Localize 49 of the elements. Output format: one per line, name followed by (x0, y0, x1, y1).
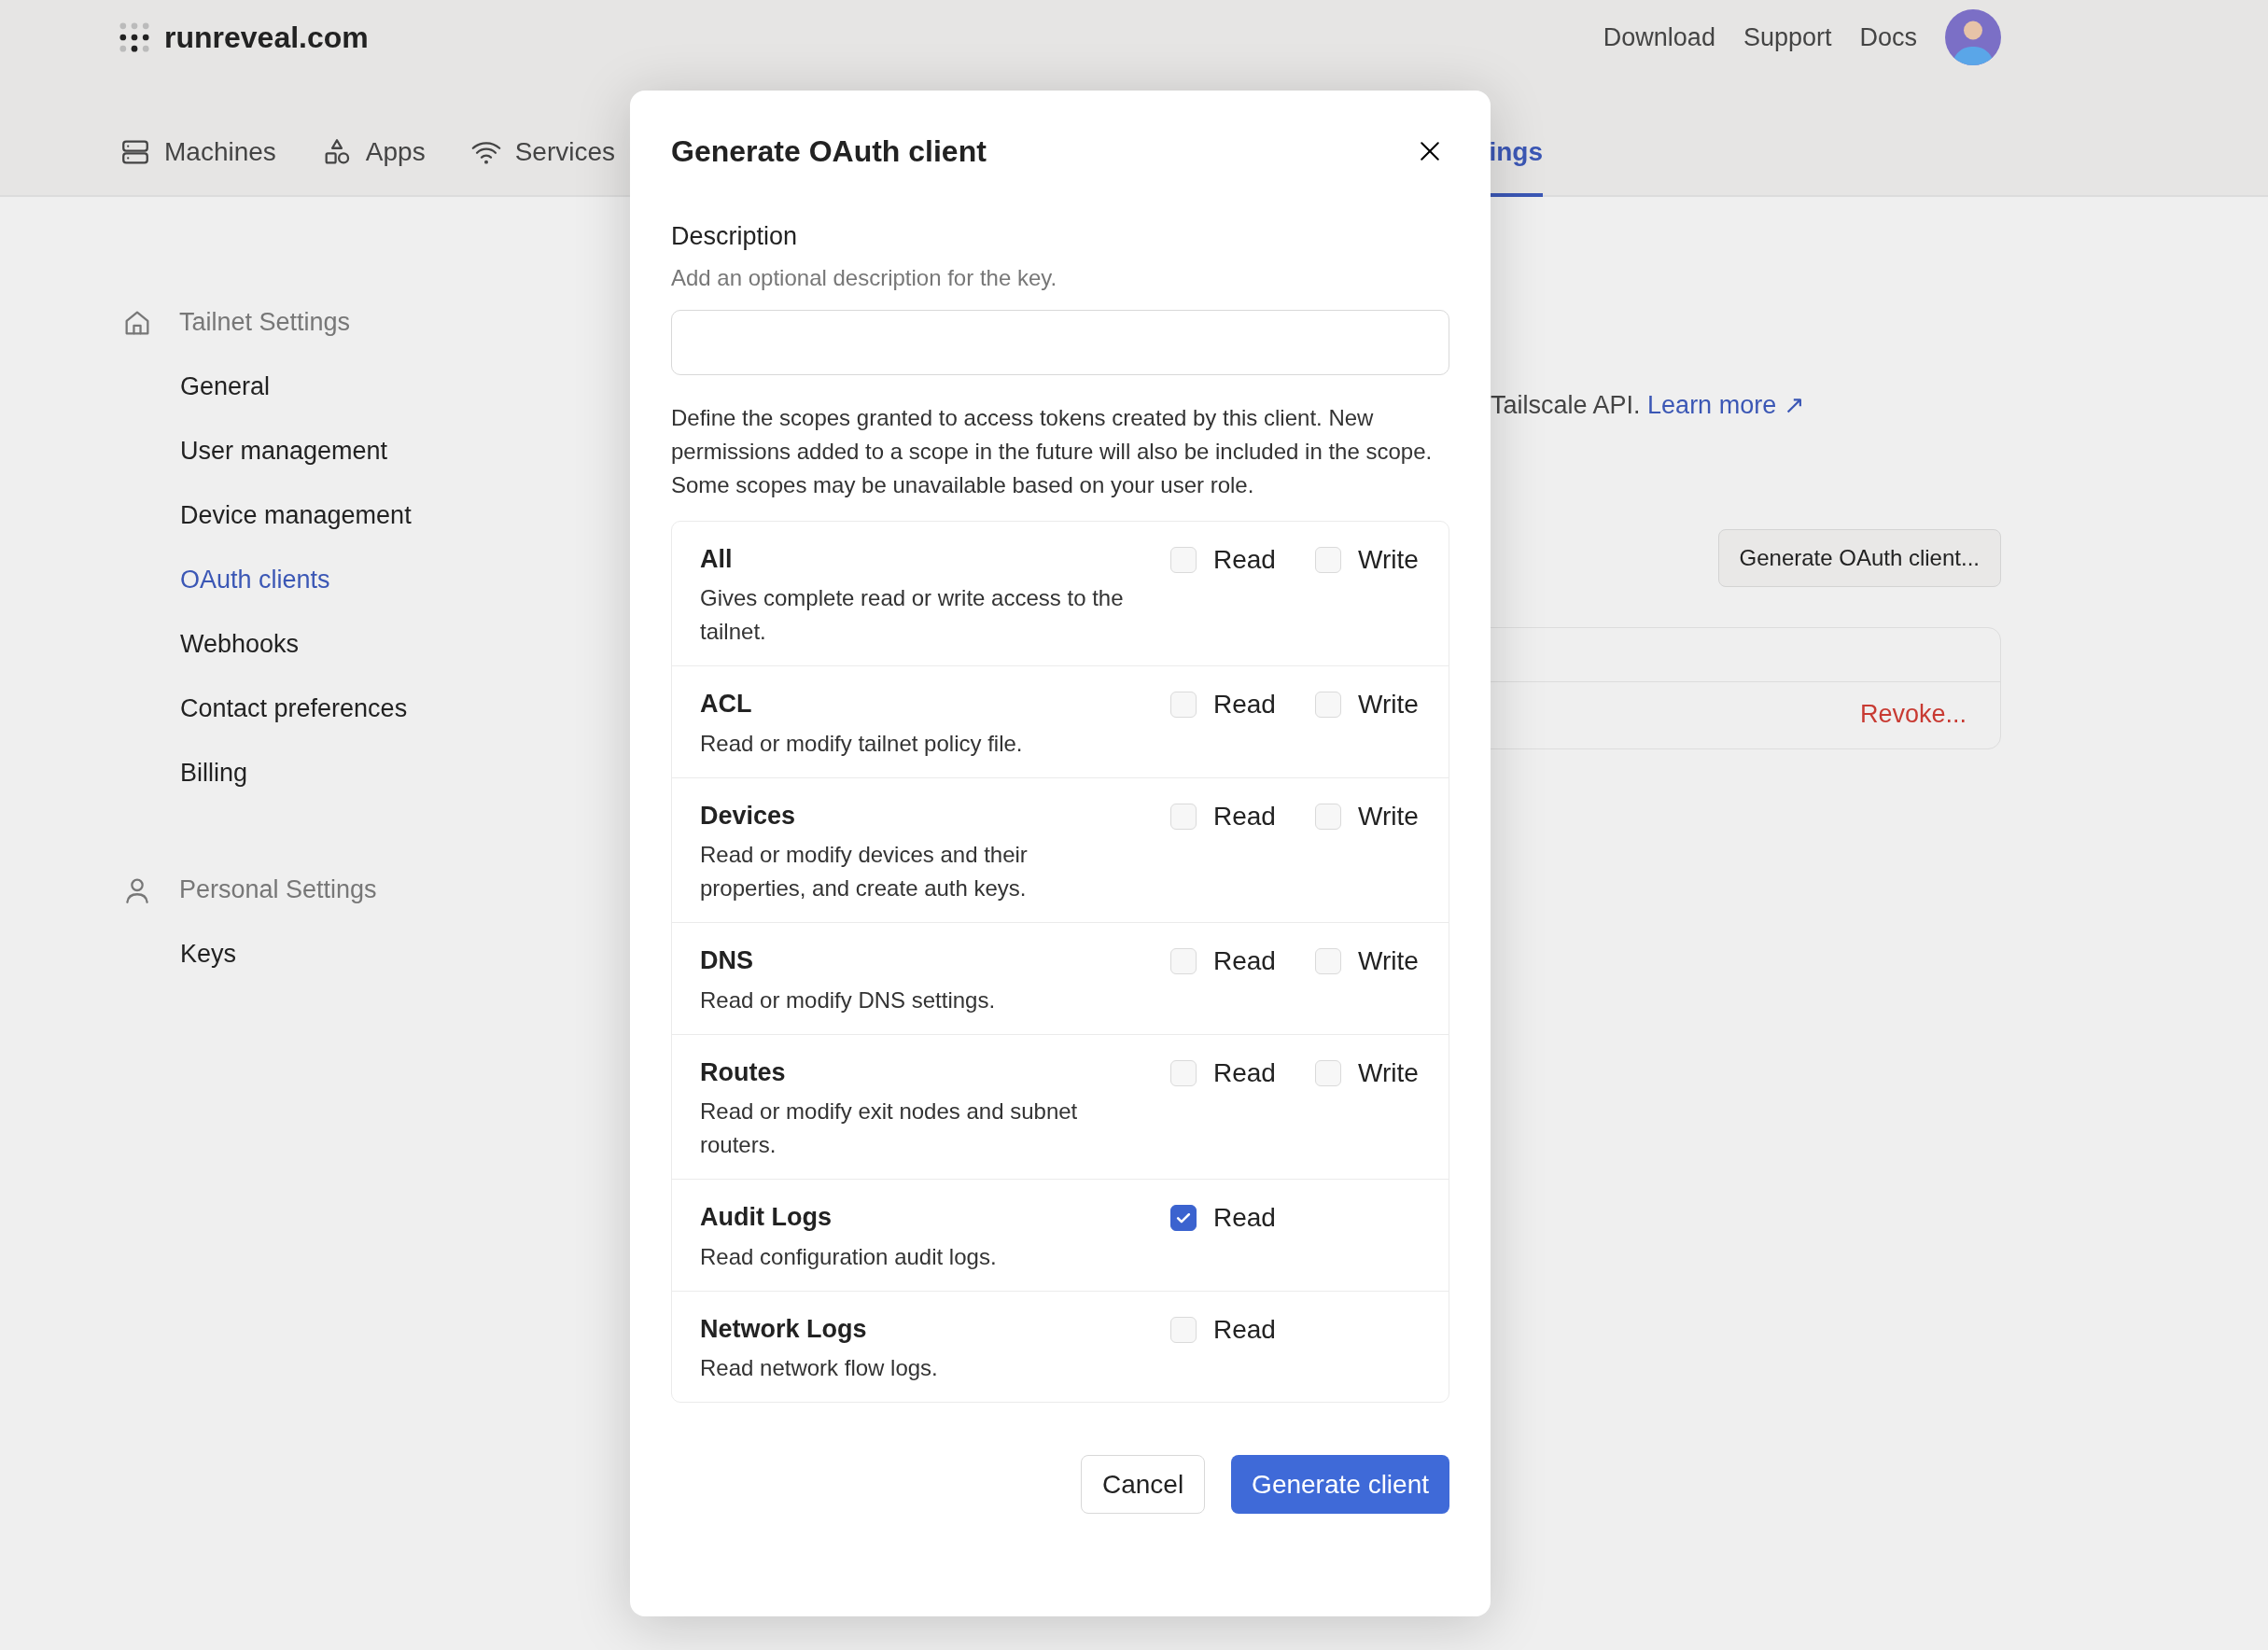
revoke-link[interactable]: Revoke... (1859, 695, 2000, 734)
field-hint: Add an optional description for the key. (671, 263, 1058, 292)
scopes-text: Define the scopes granted to access tokens created by this client. New permissions added to a scope in the future will also be included in the scope. Some scopes may be unavailable based on your user role. (671, 403, 1434, 499)
scope-name: Network Logs (700, 1313, 868, 1345)
scope-description: Read network flow logs. (700, 1354, 939, 1382)
checkbox-label: Write (1358, 689, 1419, 720)
checkbox-label: Write (1358, 800, 1419, 832)
checkbox[interactable] (1170, 1205, 1197, 1231)
generate-oauth-client-button[interactable]: Generate OAuth client... (1717, 528, 2001, 587)
logo-icon (119, 22, 149, 52)
sidebar-section-title: Personal Settings (179, 874, 377, 906)
checkbox-label: Read (1213, 800, 1276, 832)
nav-tab[interactable]: Services (469, 75, 616, 197)
scope-description: Read or modify DNS settings. (700, 986, 997, 1014)
checkbox-label: Read (1213, 1313, 1276, 1346)
checkbox-label: Read (1213, 543, 1276, 576)
generate-client-button[interactable]: Generate client (1231, 1455, 1449, 1514)
dialog-title: Generate OAuth client (671, 133, 987, 170)
scope-description: Read or modify tailnet policy file. (700, 729, 1024, 758)
nav-tab[interactable]: Machines (119, 75, 276, 197)
header-link[interactable]: Support (1743, 18, 1832, 57)
scope-description: Read or modify exit nodes and subnet routers. (700, 1098, 1079, 1159)
avatar[interactable] (1945, 9, 2001, 65)
description-field[interactable] (671, 309, 1449, 375)
scope-description: Read or modify devices and their properties, and create auth keys. (700, 841, 1029, 902)
checkbox-label: Read (1213, 1056, 1276, 1089)
checkbox-label: Write (1358, 945, 1419, 977)
scope-description: Read configuration audit logs. (700, 1242, 998, 1271)
header-link[interactable]: Docs (1859, 18, 1917, 57)
scope-name: Devices (700, 800, 797, 832)
checkbox-label: Read (1213, 945, 1276, 977)
scope-name: ACL (700, 689, 753, 720)
checkbox-label: Read (1213, 689, 1276, 720)
checkbox-label: Write (1358, 1056, 1419, 1089)
scope-name: Audit Logs (700, 1202, 833, 1233)
scope-name: All (700, 543, 734, 575)
nav-tab[interactable]: Apps (320, 75, 426, 197)
intro-text: Tailscale API. Learn more ↗ (1491, 390, 1806, 421)
sidebar-section-title: Tailnet Settings (179, 307, 351, 339)
scope-description: Gives complete read or write access to the tailnet. (700, 584, 1125, 646)
scope-name: Routes (700, 1056, 787, 1088)
field-label: Description (671, 221, 799, 252)
logo-text: runreveal.com (164, 20, 369, 56)
checkbox-label: Write (1358, 543, 1419, 576)
scope-name: DNS (700, 945, 754, 976)
cancel-button[interactable]: Cancel (1080, 1455, 1206, 1514)
checkbox-label: Read (1213, 1202, 1276, 1234)
learn-more-link[interactable]: Learn more ↗ (1647, 391, 1805, 419)
header-link[interactable]: Download (1603, 18, 1715, 57)
